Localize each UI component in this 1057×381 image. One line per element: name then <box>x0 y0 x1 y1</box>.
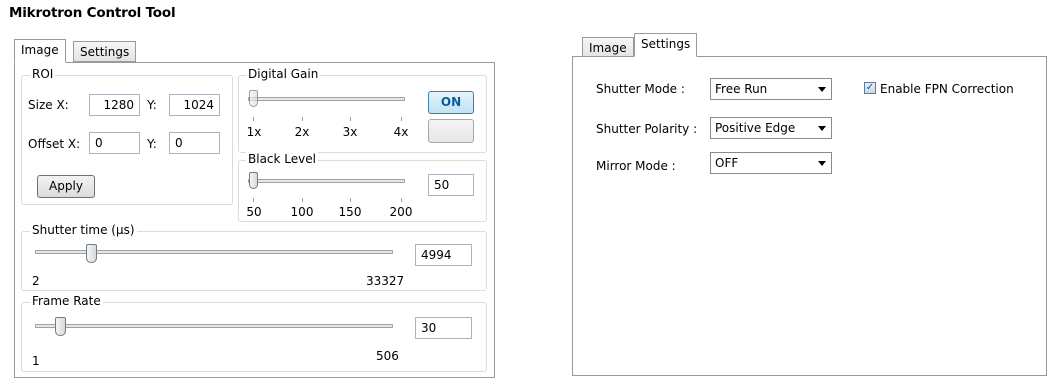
gain-tick-label: 3x <box>342 125 358 139</box>
gain-tick <box>253 117 254 121</box>
digital-gain-slider-track <box>248 97 405 101</box>
gain-secondary-button[interactable] <box>428 119 474 143</box>
shutter-time-slider-thumb[interactable] <box>86 244 97 263</box>
chevron-down-icon <box>818 126 826 131</box>
black-level-tick <box>253 198 254 202</box>
size-y-label: Y: <box>147 98 157 112</box>
tab-settings[interactable]: Settings <box>634 33 698 57</box>
offset-y-label: Y: <box>147 137 157 151</box>
shutter-polarity-value: Positive Edge <box>715 121 796 135</box>
gain-tick <box>350 117 351 121</box>
chevron-down-icon <box>818 161 826 166</box>
tab-image[interactable]: Image <box>14 39 66 63</box>
mirror-mode-value: OFF <box>715 156 739 170</box>
gain-tick <box>302 117 303 121</box>
frame-rate-slider-thumb[interactable] <box>55 317 66 336</box>
tab-settings[interactable]: Settings <box>73 41 137 62</box>
size-x-input[interactable]: 1280 <box>89 94 140 116</box>
shutter-time-input[interactable]: 4994 <box>415 244 472 266</box>
black-level-tick-label: 100 <box>290 205 314 219</box>
frame-rate-input[interactable]: 30 <box>415 317 472 339</box>
black-level-tick-label: 50 <box>246 205 262 219</box>
shutter-polarity-label: Shutter Polarity : <box>596 122 698 136</box>
tab-image[interactable]: Image <box>582 37 634 58</box>
frame-rate-max: 506 <box>376 349 399 363</box>
fpn-label: Enable FPN Correction <box>880 82 1014 96</box>
fpn-checkbox[interactable]: ✓ <box>864 82 876 94</box>
mirror-mode-dropdown[interactable]: OFF <box>710 152 832 174</box>
settings-tab-panel <box>572 56 1047 376</box>
black-level-tick <box>401 198 402 202</box>
black-level-slider-track <box>248 179 405 183</box>
gain-tick-label: 1x <box>246 125 262 139</box>
frame-rate-label: Frame Rate <box>30 294 103 308</box>
apply-button[interactable]: Apply <box>37 175 95 198</box>
black-level-tick <box>302 198 303 202</box>
gain-on-button[interactable]: ON <box>428 91 474 114</box>
black-level-tick <box>350 198 351 202</box>
shutter-mode-value: Free Run <box>715 82 768 96</box>
mirror-mode-label: Mirror Mode : <box>596 159 676 173</box>
frame-rate-min: 1 <box>32 354 40 368</box>
size-x-label: Size X: <box>28 98 69 112</box>
black-level-slider-thumb[interactable] <box>249 172 258 189</box>
gain-tick <box>401 117 402 121</box>
black-level-label: Black Level <box>246 152 318 166</box>
digital-gain-slider-thumb[interactable] <box>249 90 258 107</box>
shutter-polarity-dropdown[interactable]: Positive Edge <box>710 117 832 139</box>
size-y-input[interactable]: 1024 <box>169 94 220 116</box>
gain-tick-label: 4x <box>393 125 409 139</box>
black-level-input[interactable]: 50 <box>428 174 474 196</box>
offset-x-label: Offset X: <box>28 137 81 151</box>
black-level-tick-label: 150 <box>338 205 362 219</box>
shutter-time-min: 2 <box>32 274 40 288</box>
chevron-down-icon <box>818 87 826 92</box>
app-title: Mikrotron Control Tool <box>9 5 176 21</box>
digital-gain-label: Digital Gain <box>246 67 321 81</box>
black-level-tick-label: 200 <box>389 205 413 219</box>
roi-group-label: ROI <box>30 67 56 81</box>
shutter-mode-label: Shutter Mode : <box>596 82 685 96</box>
shutter-mode-dropdown[interactable]: Free Run <box>710 78 832 100</box>
offset-y-input[interactable]: 0 <box>169 132 220 154</box>
shutter-time-max: 33327 <box>366 274 405 288</box>
shutter-time-label: Shutter time (µs) <box>30 223 137 237</box>
gain-tick-label: 2x <box>294 125 310 139</box>
frame-rate-slider-track <box>35 324 393 328</box>
offset-x-input[interactable]: 0 <box>89 132 140 154</box>
